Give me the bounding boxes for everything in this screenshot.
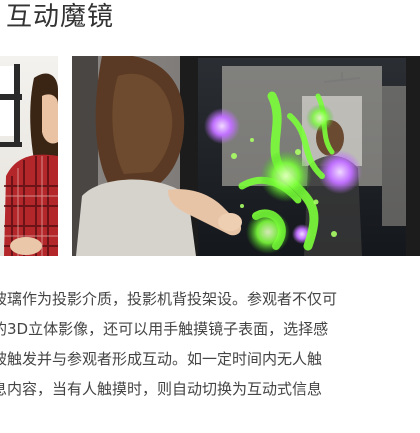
article-body: 玻璃作为投影介质，投影机背投架设。参观者不仅可 的3D立体影像，还可以用手触摸镜… <box>0 284 420 404</box>
paragraph-line: 的3D立体影像，还可以用手触摸镜子表面，选择感 <box>0 320 329 338</box>
page-title: 互动魔镜 <box>6 2 115 32</box>
paragraph-line: 息内容，当有人触摸时，则自动切换为互动式信息 <box>0 380 323 398</box>
paragraph-line: 被触发并与参观者形成互动。如一定时间内无人触 <box>0 350 323 368</box>
right-photo <box>72 56 420 256</box>
left-photo <box>0 56 58 256</box>
page: 互动魔镜 玻璃作为投影介质，投影机背投架设。参观者不仅可 的3D立体影像，还可以… <box>0 0 420 433</box>
paragraph-line: 玻璃作为投影介质，投影机背投架设。参观者不仅可 <box>0 290 338 308</box>
